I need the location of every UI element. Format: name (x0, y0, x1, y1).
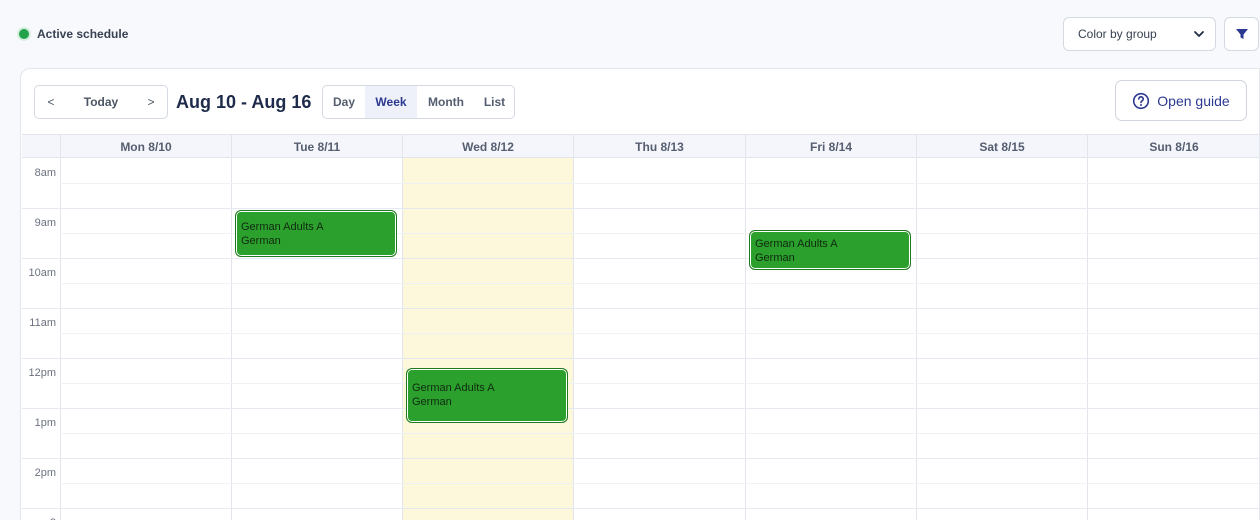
open-guide-label: Open guide (1157, 92, 1230, 109)
day-column-wed-today[interactable] (402, 158, 573, 520)
hour-line (22, 308, 1259, 309)
next-week-button[interactable]: > (135, 86, 167, 118)
today-button[interactable]: Today (67, 86, 135, 118)
day-header-sun[interactable]: Sun 8/16 (1087, 135, 1259, 158)
half-hour-line (60, 183, 1259, 184)
view-day-button[interactable]: Day (323, 86, 365, 118)
event-tue-german-adults-a[interactable]: German Adults A German (235, 210, 397, 257)
hour-line (22, 208, 1259, 209)
time-label-8am: 8am (34, 167, 56, 179)
event-title: German Adults A (241, 221, 324, 233)
hour-line (22, 508, 1259, 509)
half-hour-line (60, 383, 1259, 384)
week-grid: Mon 8/10 Tue 8/11 Wed 8/12 Thu 8/13 Fri … (22, 134, 1259, 520)
event-fri-german-adults-a[interactable]: German Adults A German (749, 230, 911, 270)
event-subtitle: German (412, 396, 452, 408)
date-range-title: Aug 10 - Aug 16 (176, 92, 312, 112)
time-label-10am: 10am (28, 267, 56, 279)
view-switcher: Day Week Month List (322, 85, 515, 119)
day-column-mon[interactable] (60, 158, 231, 520)
day-header-thu[interactable]: Thu 8/13 (573, 135, 745, 158)
day-header-wed[interactable]: Wed 8/12 (402, 135, 573, 158)
schedule-status: Active schedule (19, 27, 128, 41)
time-label-2pm: 2pm (34, 467, 56, 479)
time-label-11am: 11am (29, 317, 56, 329)
hour-line (22, 358, 1259, 359)
open-guide-button[interactable]: Open guide (1115, 80, 1247, 121)
color-by-select[interactable]: Color by group (1063, 17, 1216, 51)
status-label: Active schedule (37, 27, 129, 41)
day-column-sat[interactable] (916, 158, 1087, 520)
event-title: German Adults A (412, 382, 495, 394)
view-month-button[interactable]: Month (417, 86, 475, 118)
half-hour-line (60, 483, 1259, 484)
day-header-tue[interactable]: Tue 8/11 (231, 135, 402, 158)
day-header-mon[interactable]: Mon 8/10 (60, 135, 231, 158)
help-circle-icon (1133, 92, 1150, 109)
day-column-fri[interactable] (745, 158, 916, 520)
hour-line (22, 458, 1259, 459)
time-label-1pm: 1pm (34, 417, 56, 429)
view-list-button[interactable]: List (475, 86, 514, 118)
event-subtitle: German (241, 235, 281, 247)
filter-button[interactable] (1224, 17, 1259, 51)
event-wed-german-adults-a[interactable]: German Adults A German (406, 368, 568, 423)
date-nav-group: < Today > (34, 85, 168, 119)
day-column-sun[interactable] (1087, 158, 1259, 520)
hour-line (22, 258, 1259, 259)
event-subtitle: German (755, 252, 795, 264)
time-label-12pm: 12pm (28, 367, 56, 379)
color-by-select-value: Color by group (1078, 27, 1157, 41)
half-hour-line (60, 433, 1259, 434)
half-hour-line (60, 333, 1259, 334)
event-title: German Adults A (755, 238, 838, 250)
time-label-9am: 9am (34, 217, 56, 229)
time-gutter (22, 158, 60, 520)
day-header-row: Mon 8/10 Tue 8/11 Wed 8/12 Thu 8/13 Fri … (22, 135, 1259, 158)
top-bar: Active schedule Color by group (0, 0, 1260, 68)
day-column-thu[interactable] (573, 158, 745, 520)
view-week-button[interactable]: Week (365, 86, 417, 118)
prev-week-button[interactable]: < (35, 86, 67, 118)
hour-line (22, 408, 1259, 409)
chevron-down-icon (1194, 31, 1204, 37)
filter-icon (1235, 29, 1248, 39)
status-dot-icon (19, 29, 29, 39)
day-header-fri[interactable]: Fri 8/14 (745, 135, 916, 158)
calendar-card: < Today > Aug 10 - Aug 16 Day Week Month… (20, 68, 1260, 520)
day-header-sat[interactable]: Sat 8/15 (916, 135, 1087, 158)
half-hour-line (60, 283, 1259, 284)
